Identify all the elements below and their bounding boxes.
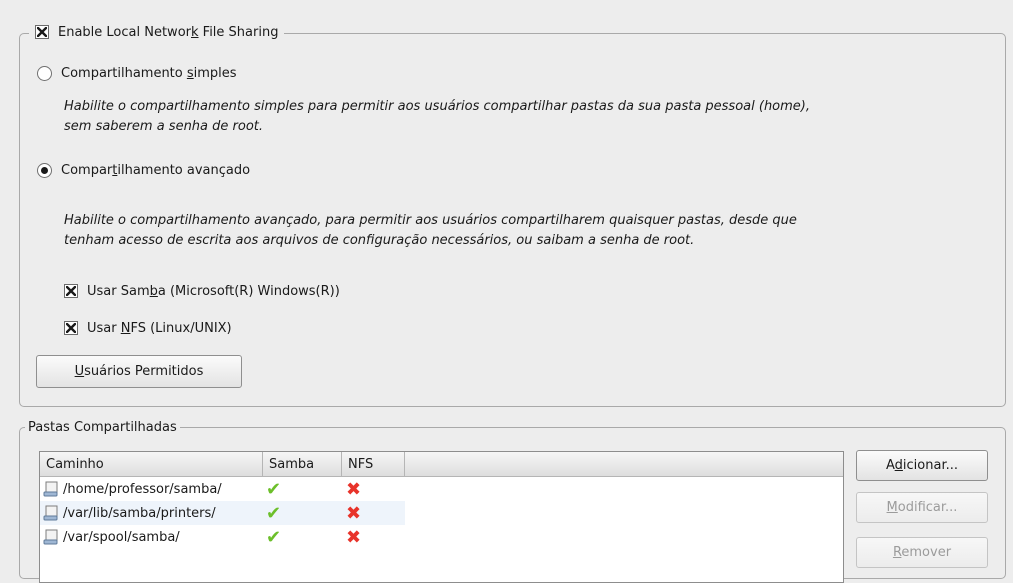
simple-sharing-description: Habilite o compartilhamento simples para… — [64, 99, 811, 134]
path-cell: /home/professor/samba/ — [43, 477, 222, 501]
simple-sharing-label: Compartilhamento simples — [61, 65, 237, 81]
nfs-label: Usar NFS (Linux/UNIX) — [87, 320, 232, 336]
column-header-path[interactable]: Caminho — [40, 452, 263, 476]
samba-status-icon: ✔ — [266, 502, 282, 524]
table-row[interactable]: /var/spool/samba/ ✔ ✖ — [40, 525, 843, 549]
folder-share-icon — [43, 481, 58, 497]
enable-sharing-checkbox[interactable] — [35, 25, 49, 39]
samba-status-icon: ✔ — [266, 526, 282, 548]
folder-share-icon — [43, 529, 58, 545]
checkmark-x-icon — [66, 286, 76, 296]
nfs-checkbox[interactable] — [64, 321, 78, 335]
nfs-status-icon: ✖ — [346, 478, 362, 500]
nfs-option[interactable]: Usar NFS (Linux/UNIX) — [64, 318, 232, 338]
table-row[interactable]: /home/professor/samba/ ✔ ✖ — [40, 477, 843, 501]
table-header: Caminho Samba NFS — [40, 452, 843, 477]
advanced-sharing-label: Compartilhamento avançado — [61, 162, 251, 178]
column-header-samba[interactable]: Samba — [263, 452, 342, 476]
checkmark-x-icon — [66, 323, 76, 333]
remove-button-label: Remover — [892, 545, 952, 560]
samba-label: Usar Samba (Microsoft(R) Windows(R)) — [87, 283, 340, 299]
shared-folders-table[interactable]: Caminho Samba NFS /home/professor/samba/… — [39, 451, 844, 583]
simple-sharing-radio[interactable] — [37, 65, 52, 81]
table-row[interactable]: /var/lib/samba/printers/ ✔ ✖ — [40, 501, 843, 525]
advanced-sharing-option[interactable]: Compartilhamento avançado — [37, 160, 250, 180]
shared-folders-legend: Pastas Compartilhadas — [25, 416, 180, 438]
samba-status-icon: ✔ — [266, 478, 282, 500]
samba-checkbox[interactable] — [64, 284, 78, 298]
nfs-status-icon: ✖ — [346, 526, 362, 548]
folder-share-icon — [43, 505, 58, 521]
advanced-sharing-radio[interactable] — [37, 162, 52, 178]
enable-sharing-row[interactable]: Enable Local Network File Sharing — [29, 21, 285, 43]
path-cell: /var/spool/samba/ — [43, 525, 180, 549]
enable-sharing-label: Enable Local Network File Sharing — [58, 24, 279, 40]
add-button[interactable]: Adicionar... — [856, 450, 988, 481]
modify-button[interactable]: Modificar... — [856, 492, 988, 523]
samba-option[interactable]: Usar Samba (Microsoft(R) Windows(R)) — [64, 281, 340, 301]
nfs-status-icon: ✖ — [346, 502, 362, 524]
path-cell: /var/lib/samba/printers/ — [43, 501, 216, 525]
remove-button[interactable]: Remover — [856, 537, 988, 568]
allowed-users-button[interactable]: Usuários Permitidos — [36, 355, 242, 388]
column-header-nfs[interactable]: NFS — [342, 452, 405, 476]
checkmark-x-icon — [37, 27, 47, 37]
simple-sharing-option[interactable]: Compartilhamento simples — [37, 63, 237, 83]
shared-folders-title: Pastas Compartilhadas — [28, 419, 177, 435]
advanced-sharing-description: Habilite o compartilhamento avançado, pa… — [64, 213, 797, 248]
modify-button-label: Modificar... — [886, 500, 958, 515]
allowed-users-label: Usuários Permitidos — [74, 364, 204, 379]
add-button-label: Adicionar... — [885, 458, 959, 473]
